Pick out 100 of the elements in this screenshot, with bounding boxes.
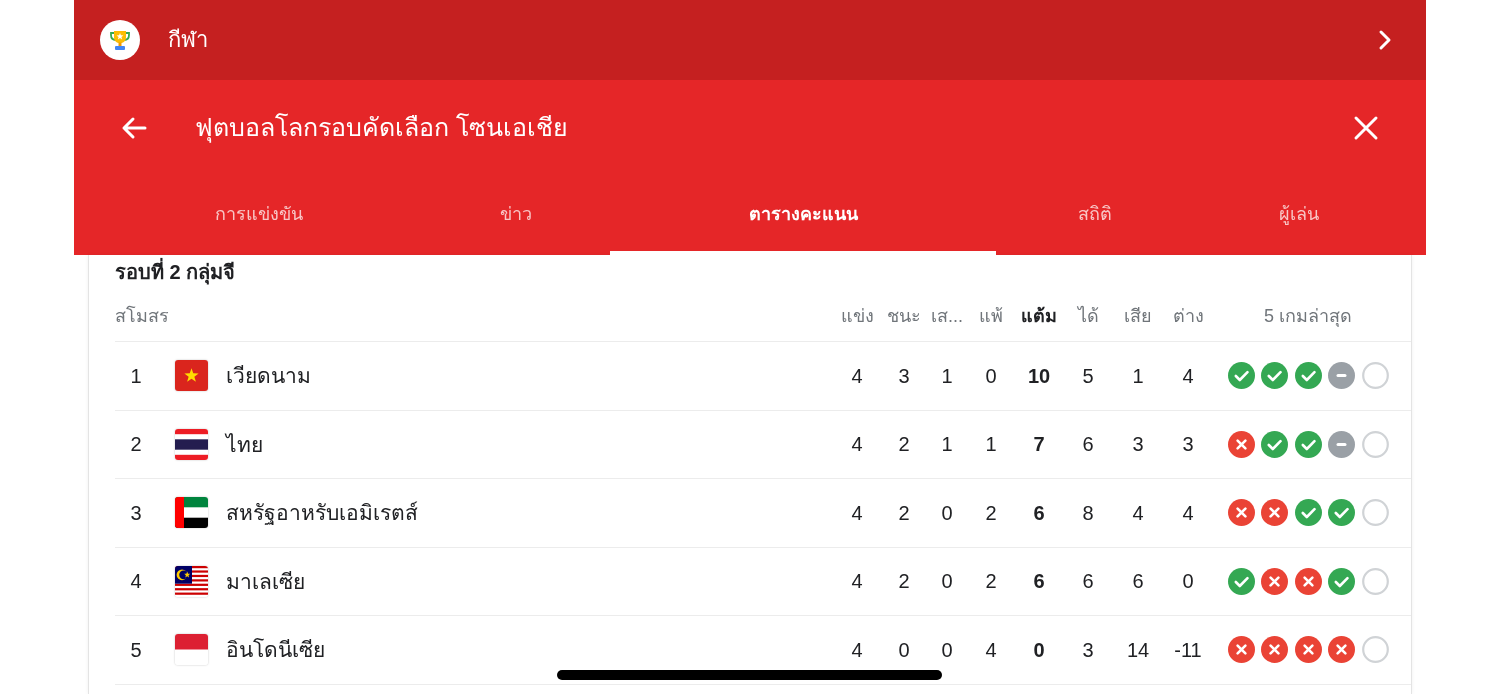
stat-value: 1 <box>940 432 954 458</box>
tab[interactable]: ผู้เล่น <box>1194 175 1404 255</box>
stat-value: 6 <box>1131 569 1145 595</box>
stat-value: 0 <box>984 363 998 389</box>
column-header: ได้ <box>1076 305 1100 328</box>
column-header: เส... <box>930 305 964 328</box>
stat-value: 4 <box>850 569 864 595</box>
stat-value: 6 <box>1081 432 1095 458</box>
stat-value: 0 <box>897 637 911 663</box>
category-title: กีฬา <box>168 25 208 54</box>
tab[interactable]: ข่าว <box>422 175 610 255</box>
stat-value: 3 <box>1181 432 1195 458</box>
stat-value: 2 <box>897 500 911 526</box>
empty-circle-icon <box>1361 636 1389 664</box>
stat-value: 14 <box>1125 637 1151 663</box>
sports-category-bar[interactable]: กีฬา <box>74 0 1426 80</box>
chevron-right-icon <box>1378 29 1392 51</box>
tab[interactable]: การแข่งขัน <box>96 175 422 255</box>
cross-icon <box>1227 430 1255 458</box>
cross-icon <box>1261 567 1288 595</box>
column-header: ชนะ <box>886 305 922 328</box>
stat-value: 7 <box>1032 432 1046 458</box>
flag-icon <box>175 565 208 597</box>
flag-icon <box>175 634 208 666</box>
cross-icon <box>1294 636 1322 664</box>
stat-value: 4 <box>850 637 864 663</box>
stat-value: 3 <box>897 363 911 389</box>
stat-value: 6 <box>1081 569 1095 595</box>
cross-icon <box>1294 567 1322 595</box>
check-icon <box>1261 430 1288 458</box>
minus-icon <box>1328 430 1355 458</box>
stat-value: 2 <box>984 500 998 526</box>
stat-value: 5 <box>1081 363 1095 389</box>
column-header: สโมสร <box>115 304 169 328</box>
stat-value: 0 <box>1032 637 1046 663</box>
stat-value: 0 <box>1181 569 1195 595</box>
check-icon <box>1328 567 1355 595</box>
stat-value: 4 <box>1181 500 1195 526</box>
stat-value: 10 <box>1026 363 1052 389</box>
team-name: เวียดนาม <box>226 363 311 389</box>
check-icon <box>1294 499 1322 527</box>
check-icon <box>1261 362 1288 390</box>
stat-value: 2 <box>897 569 911 595</box>
trophy-icon <box>100 20 140 60</box>
stat-value: 0 <box>940 569 954 595</box>
rank-number: 1 <box>129 363 143 389</box>
stat-value: 6 <box>1032 500 1046 526</box>
stat-value: 4 <box>1131 500 1145 526</box>
minus-icon <box>1328 362 1355 390</box>
rank-number: 3 <box>129 500 143 526</box>
column-header: ต่าง <box>1171 305 1205 328</box>
stat-value: 4 <box>984 637 998 663</box>
cross-icon <box>1227 499 1255 527</box>
stat-value: 1 <box>940 363 954 389</box>
stat-value: 0 <box>940 500 954 526</box>
check-icon <box>1227 362 1255 390</box>
check-icon <box>1328 499 1355 527</box>
stat-value: 0 <box>940 637 954 663</box>
stat-value: 4 <box>850 432 864 458</box>
stat-value: -11 <box>1173 637 1203 663</box>
column-header: แพ้ <box>978 305 1004 328</box>
stat-value: 3 <box>1081 637 1095 663</box>
empty-circle-icon <box>1361 499 1389 527</box>
stat-value: 1 <box>984 432 998 458</box>
page-title: ฟุตบอลโลกรอบคัดเลือก โซนเอเชีย <box>195 112 568 145</box>
team-name: ไทย <box>226 431 263 458</box>
cross-icon <box>1227 636 1255 664</box>
column-header: แข่ง <box>839 305 875 328</box>
empty-circle-icon <box>1361 362 1389 390</box>
flag-icon <box>175 428 208 460</box>
flag-icon <box>175 497 208 529</box>
team-name: มาเลเซีย <box>226 568 305 595</box>
check-icon <box>1294 430 1322 458</box>
empty-circle-icon <box>1361 430 1389 458</box>
stat-value: 8 <box>1081 500 1095 526</box>
stat-value: 4 <box>850 363 864 389</box>
column-header: เสีย <box>1123 305 1153 328</box>
tab[interactable]: สถิติ <box>996 175 1194 255</box>
rank-number: 2 <box>129 432 143 458</box>
team-name: สหรัฐอาหรับเอมิเรตส์ <box>226 500 418 527</box>
check-icon <box>1227 567 1255 595</box>
stat-value: 2 <box>984 569 998 595</box>
check-icon <box>1294 362 1322 390</box>
stat-value: 4 <box>1181 363 1195 389</box>
column-header: แต้ม <box>1020 305 1058 328</box>
stat-value: 3 <box>1131 432 1145 458</box>
cross-icon <box>1261 636 1288 664</box>
stat-value: 6 <box>1032 569 1046 595</box>
team-name: อินโดนีเซีย <box>226 637 325 663</box>
flag-icon <box>175 360 208 392</box>
stat-value: 2 <box>897 432 911 458</box>
stat-value: 1 <box>1131 363 1145 389</box>
group-title: รอบที่ 2 กลุ่มจี <box>115 255 1411 286</box>
cross-icon <box>1261 499 1288 527</box>
empty-circle-icon <box>1361 567 1389 595</box>
rank-number: 4 <box>129 569 143 595</box>
cross-icon <box>1328 636 1355 664</box>
rank-number: 5 <box>129 637 143 663</box>
tab[interactable]: ตารางคะแนน <box>610 175 996 255</box>
stat-value: 4 <box>850 500 864 526</box>
